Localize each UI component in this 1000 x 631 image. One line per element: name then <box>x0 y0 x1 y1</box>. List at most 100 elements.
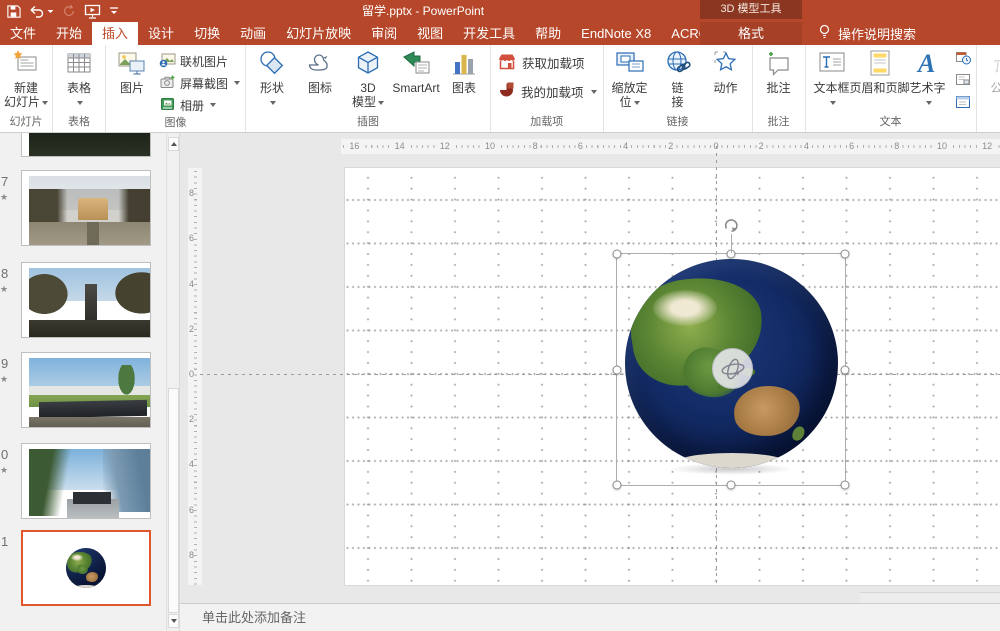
scrollbar-thumb[interactable] <box>168 388 179 613</box>
ribbon-group-幻灯片: 新建幻灯片幻灯片 <box>0 45 53 132</box>
new-slide-button[interactable]: 新建幻灯片 <box>2 46 50 109</box>
thumbnail-photo <box>29 449 151 519</box>
link-button[interactable]: 链接 <box>654 46 702 109</box>
slide-thumbnail-selected[interactable] <box>21 530 151 606</box>
scroll-down-button[interactable] <box>168 614 179 628</box>
zoom-button[interactable]: 缩放定位 <box>606 46 654 109</box>
equation-button: π公式 <box>979 46 1000 109</box>
scroll-up-button[interactable] <box>168 137 179 151</box>
resize-handle-se[interactable] <box>841 481 850 490</box>
resize-handle-e[interactable] <box>841 365 850 374</box>
tab-幻灯片放映[interactable]: 幻灯片放映 <box>276 22 361 45</box>
ribbon-group-批注: 批注批注 <box>753 45 806 132</box>
tab-文件[interactable]: 文件 <box>0 22 46 45</box>
dropdown-arrow-icon <box>926 101 932 105</box>
save-button[interactable] <box>6 1 21 21</box>
dropdown-arrow-icon <box>77 101 83 105</box>
ruler-number: 4 <box>189 278 194 290</box>
tab-视图[interactable]: 视图 <box>407 22 453 45</box>
wordart-button[interactable]: A艺术字 <box>904 46 952 109</box>
screenshot-button[interactable]: 屏幕截图 <box>156 72 243 94</box>
comment-button[interactable]: 批注 <box>755 46 803 95</box>
undo-icon <box>29 5 45 18</box>
resize-handle-ne[interactable] <box>841 250 850 259</box>
tab-设计[interactable]: 设计 <box>138 22 184 45</box>
notes-pane[interactable]: 单击此处添加备注 <box>180 603 1000 631</box>
tab-切换[interactable]: 切换 <box>184 22 230 45</box>
notes-splitter[interactable] <box>860 592 1000 603</box>
get-add-ins-label: 获取加载项 <box>522 53 585 72</box>
my-add-ins-button[interactable]: 我的加载项 <box>493 77 601 106</box>
slide-thumbnail-partial[interactable] <box>21 133 151 157</box>
ribbon-tab-row: 文件开始插入设计切换动画幻灯片放映审阅视图开发工具帮助EndNote X8ACR… <box>0 22 1000 45</box>
ribbon-group-链接: 缩放定位链接动作链接 <box>604 45 753 132</box>
header-footer-button[interactable]: 页眉和页脚 <box>856 46 904 95</box>
quick-access-toolbar <box>6 0 119 22</box>
slide-number: 9 <box>1 356 15 371</box>
tab-开发工具[interactable]: 开发工具 <box>453 22 525 45</box>
resize-handle-nw[interactable] <box>613 250 622 259</box>
get-add-ins-button[interactable]: 获取加载项 <box>493 48 601 77</box>
tab-帮助[interactable]: 帮助 <box>525 22 571 45</box>
3d-models-button[interactable]: 3D模型 <box>344 46 392 109</box>
online-pictures-icon <box>159 52 176 71</box>
resize-handle-s[interactable] <box>727 481 736 490</box>
date-time-button[interactable] <box>952 50 974 70</box>
tab-EndNote X8[interactable]: EndNote X8 <box>571 22 661 45</box>
icons-button[interactable]: 图标 <box>296 46 344 95</box>
thumbnail-scrollbar[interactable] <box>166 133 179 631</box>
new-slide-icon <box>11 48 41 83</box>
ruler-number: 2 <box>757 139 766 154</box>
smartart-button[interactable]: SmartArt <box>392 46 440 95</box>
text-box-button[interactable]: 文本框 <box>808 46 856 109</box>
undo-button[interactable] <box>29 1 54 21</box>
action-button[interactable]: 动作 <box>702 46 750 95</box>
tab-format-contextual[interactable]: 格式 <box>700 22 802 45</box>
my-addins-icon <box>497 81 516 103</box>
zoomlink-icon <box>615 50 645 81</box>
online-pictures-button[interactable]: 联机图片 <box>156 50 243 72</box>
thumbnail-photo <box>29 176 151 246</box>
rotation-handle-stem <box>731 234 732 253</box>
object-button[interactable] <box>952 94 974 114</box>
resize-handle-w[interactable] <box>613 365 622 374</box>
slide-thumbnail[interactable] <box>21 352 151 428</box>
photo-album-button[interactable]: 相册 <box>156 94 243 116</box>
store-icon <box>497 52 517 74</box>
chart-button[interactable]: 图表 <box>440 46 488 95</box>
notes-placeholder[interactable]: 单击此处添加备注 <box>202 604 1000 631</box>
pictures-label: 图片 <box>120 81 144 95</box>
ruler-number: 8 <box>531 139 540 154</box>
tell-me-search[interactable]: 操作说明搜索 <box>818 22 916 45</box>
pictures-button[interactable]: 图片 <box>108 46 156 95</box>
slide-number: 8 <box>1 266 15 281</box>
tab-插入[interactable]: 插入 <box>92 22 138 45</box>
table-icon <box>65 49 93 82</box>
star-marker-icon: ★ <box>0 284 12 295</box>
resize-handle-sw[interactable] <box>613 481 622 490</box>
group-label-插图: 插图 <box>248 115 488 132</box>
start-slideshow-button[interactable] <box>84 1 101 21</box>
tab-动画[interactable]: 动画 <box>230 22 276 45</box>
ruler-number: 4 <box>621 139 630 154</box>
redo-button[interactable] <box>62 1 76 21</box>
new-slide-label: 新建幻灯片 <box>4 81 48 109</box>
slide-thumbnail[interactable] <box>21 170 151 246</box>
table-button[interactable]: 表格 <box>55 46 103 109</box>
up-arrow-icon <box>171 142 177 146</box>
shapes-button[interactable]: 形状 <box>248 46 296 109</box>
horizontal-guide[interactable] <box>200 374 1000 375</box>
customize-qat-button[interactable] <box>109 1 119 21</box>
tab-审阅[interactable]: 审阅 <box>361 22 407 45</box>
shapes-label: 形状 <box>260 81 284 109</box>
slide-thumbnail[interactable] <box>21 262 151 338</box>
smartart-label: SmartArt <box>392 81 439 95</box>
slide-number-button[interactable] <box>952 72 974 92</box>
3d-rotate-gizmo[interactable] <box>712 348 753 389</box>
vertical-ruler: 864202468 <box>188 168 202 585</box>
tab-开始[interactable]: 开始 <box>46 22 92 45</box>
dropdown-arrow-icon <box>378 101 384 105</box>
rotation-handle-icon[interactable] <box>721 215 742 236</box>
comment-icon <box>765 49 793 82</box>
slide-thumbnail[interactable] <box>21 443 151 519</box>
